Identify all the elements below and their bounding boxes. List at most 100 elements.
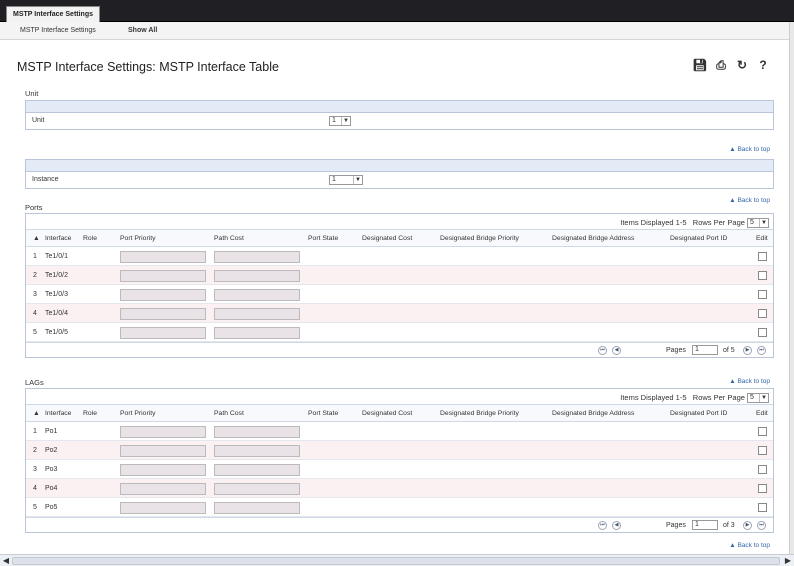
- col-interface[interactable]: Interface: [45, 235, 71, 242]
- port-priority-input[interactable]: [120, 308, 206, 320]
- scroll-left-icon[interactable]: ◀: [1, 556, 11, 566]
- lags-rows-per-page-select[interactable]: 5 ▼: [747, 393, 769, 404]
- row-number: 3: [33, 291, 37, 298]
- row-interface: Po2: [45, 447, 58, 454]
- port-priority-input[interactable]: [120, 464, 206, 476]
- col-designated-bridge-priority[interactable]: Designated Bridge Priority: [440, 410, 519, 417]
- last-page-icon[interactable]: ⏭: [757, 521, 766, 530]
- col-designated-port-id[interactable]: Designated Port ID: [670, 410, 727, 417]
- row-interface: Te1/0/5: [45, 329, 68, 336]
- chevron-down-icon: ▼: [353, 176, 362, 184]
- col-interface[interactable]: Interface: [45, 410, 71, 417]
- lags-pages-label: Pages: [666, 522, 686, 529]
- path-cost-input[interactable]: [214, 445, 300, 457]
- back-to-top-link[interactable]: ▲ Back to top: [729, 378, 770, 385]
- subnav-mstp-interface-settings[interactable]: MSTP Interface Settings: [20, 27, 96, 34]
- prev-page-icon[interactable]: ◀: [612, 521, 621, 530]
- first-page-icon[interactable]: ⏮: [598, 346, 607, 355]
- edit-checkbox[interactable]: [758, 271, 767, 280]
- tab-mstp-interface-settings[interactable]: MSTP Interface Settings: [6, 6, 101, 22]
- row-number: 5: [33, 329, 37, 336]
- sort-icon: ▲: [33, 410, 40, 417]
- ports-page-input[interactable]: 1: [692, 345, 718, 355]
- path-cost-input[interactable]: [214, 270, 300, 282]
- port-priority-input[interactable]: [120, 445, 206, 457]
- sub-navigation: MSTP Interface Settings Show All: [0, 22, 790, 40]
- edit-checkbox[interactable]: [758, 484, 767, 493]
- unit-select[interactable]: 1 ▼: [329, 116, 351, 126]
- edit-checkbox[interactable]: [758, 328, 767, 337]
- port-priority-input[interactable]: [120, 483, 206, 495]
- row-interface: Te1/0/3: [45, 291, 68, 298]
- ports-section-title: Ports: [25, 203, 43, 212]
- path-cost-input[interactable]: [214, 251, 300, 263]
- edit-checkbox[interactable]: [758, 465, 767, 474]
- path-cost-input[interactable]: [214, 327, 300, 339]
- row-interface: Te1/0/4: [45, 310, 68, 317]
- ports-items-displayed: Items Displayed 1-5: [620, 218, 687, 227]
- edit-checkbox[interactable]: [758, 503, 767, 512]
- back-to-top-link[interactable]: ▲ Back to top: [729, 542, 770, 549]
- edit-checkbox[interactable]: [758, 427, 767, 436]
- back-to-top-link[interactable]: ▲ Back to top: [729, 146, 770, 153]
- col-designated-cost[interactable]: Designated Cost: [362, 410, 412, 417]
- ports-page-total: of 5: [723, 347, 735, 354]
- port-priority-input[interactable]: [120, 426, 206, 438]
- last-page-icon[interactable]: ⏭: [757, 346, 766, 355]
- top-bar: MSTP Interface Settings: [0, 0, 794, 22]
- col-role[interactable]: Role: [83, 235, 97, 242]
- col-designated-bridge-priority[interactable]: Designated Bridge Priority: [440, 235, 519, 242]
- col-port-priority[interactable]: Port Priority: [120, 410, 156, 417]
- col-designated-cost[interactable]: Designated Cost: [362, 235, 412, 242]
- scroll-right-icon[interactable]: ▶: [783, 556, 793, 566]
- edit-checkbox[interactable]: [758, 290, 767, 299]
- ports-rows-per-page-select[interactable]: 5 ▼: [747, 218, 769, 229]
- subnav-show-all[interactable]: Show All: [128, 27, 157, 34]
- port-priority-input[interactable]: [120, 502, 206, 514]
- col-port-state[interactable]: Port State: [308, 235, 338, 242]
- col-port-state[interactable]: Port State: [308, 410, 338, 417]
- col-designated-port-id[interactable]: Designated Port ID: [670, 235, 727, 242]
- horizontal-scrollbar[interactable]: ◀ ▶: [0, 554, 794, 566]
- path-cost-input[interactable]: [214, 464, 300, 476]
- sort-icon: ▲: [33, 235, 40, 242]
- help-icon[interactable]: ?: [754, 58, 772, 72]
- path-cost-input[interactable]: [214, 289, 300, 301]
- save-icon[interactable]: 💾︎: [691, 58, 709, 72]
- col-path-cost[interactable]: Path Cost: [214, 410, 244, 417]
- path-cost-input[interactable]: [214, 483, 300, 495]
- col-designated-bridge-address[interactable]: Designated Bridge Address: [552, 235, 634, 242]
- port-priority-input[interactable]: [120, 270, 206, 282]
- row-number: 3: [33, 466, 37, 473]
- print-icon[interactable]: ⎙: [712, 58, 730, 73]
- edit-checkbox[interactable]: [758, 252, 767, 261]
- col-designated-bridge-address[interactable]: Designated Bridge Address: [552, 410, 634, 417]
- col-path-cost[interactable]: Path Cost: [214, 235, 244, 242]
- col-port-priority[interactable]: Port Priority: [120, 235, 156, 242]
- prev-page-icon[interactable]: ◀: [612, 346, 621, 355]
- edit-checkbox[interactable]: [758, 309, 767, 318]
- scroll-thumb[interactable]: [12, 557, 780, 565]
- vertical-scrollbar[interactable]: [789, 22, 794, 554]
- col-role[interactable]: Role: [83, 410, 97, 417]
- next-page-icon[interactable]: ▶: [743, 346, 752, 355]
- back-to-top-link[interactable]: ▲ Back to top: [729, 197, 770, 204]
- next-page-icon[interactable]: ▶: [743, 521, 752, 530]
- first-page-icon[interactable]: ⏮: [598, 521, 607, 530]
- row-interface: Po3: [45, 466, 58, 473]
- path-cost-input[interactable]: [214, 426, 300, 438]
- port-priority-input[interactable]: [120, 251, 206, 263]
- port-priority-input[interactable]: [120, 289, 206, 301]
- refresh-icon[interactable]: ↻: [733, 58, 751, 72]
- row-interface: Te1/0/1: [45, 253, 68, 260]
- instance-select[interactable]: 1 ▼: [329, 175, 363, 185]
- lags-page-input[interactable]: 1: [692, 520, 718, 530]
- edit-checkbox[interactable]: [758, 446, 767, 455]
- path-cost-input[interactable]: [214, 502, 300, 514]
- lags-rows-per-page-label: Rows Per Page: [692, 393, 745, 402]
- port-priority-input[interactable]: [120, 327, 206, 339]
- instance-row: Instance 1 ▼: [25, 172, 774, 189]
- path-cost-input[interactable]: [214, 308, 300, 320]
- table-row: 5 Te1/0/5: [26, 323, 773, 342]
- unit-row: Unit 1 ▼: [25, 113, 774, 130]
